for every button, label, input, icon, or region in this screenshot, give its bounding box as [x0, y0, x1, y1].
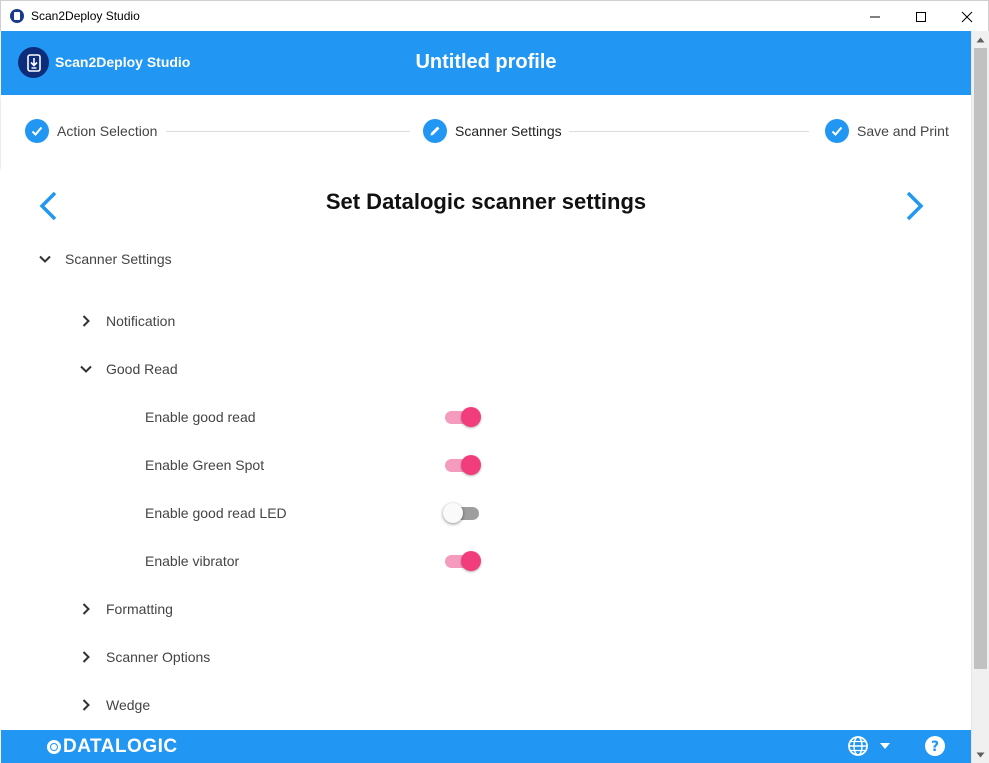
- check-icon: [31, 126, 43, 136]
- logo-ring-icon: [47, 740, 61, 754]
- setting-label-enable-vibrator: Enable vibrator: [145, 553, 240, 569]
- step-scanner-settings[interactable]: Scanner Settings: [423, 119, 562, 143]
- step-action-selection[interactable]: Action Selection: [25, 119, 157, 143]
- minimize-button[interactable]: [852, 1, 898, 32]
- tree-node-label: Scanner Settings: [65, 251, 172, 267]
- setting-label-enable-green-spot: Enable Green Spot: [145, 457, 265, 473]
- scroll-thumb[interactable]: [974, 48, 987, 669]
- page-heading: Set Datalogic scanner settings: [325, 189, 647, 214]
- setting-label-enable-good-read: Enable good read: [145, 409, 256, 425]
- tree-node-label: Formatting: [106, 601, 173, 617]
- app-footer: DATALOGIC ?: [1, 730, 971, 763]
- tree-node-label: Wedge: [106, 697, 151, 713]
- footer-logo-text: DATALOGIC: [63, 736, 178, 757]
- vertical-scrollbar[interactable]: [971, 31, 989, 763]
- tree-node-notification[interactable]: Notification: [78, 309, 175, 333]
- toggle-thumb: [461, 551, 481, 571]
- scroll-up-arrow-icon: [976, 37, 985, 42]
- step-connector: [166, 131, 410, 132]
- pencil-icon: [430, 126, 440, 136]
- step-circle: [423, 119, 447, 143]
- scroll-down-arrow-icon: [976, 752, 985, 757]
- chevron-right-icon: [82, 651, 90, 663]
- setting-label-enable-good-read-led: Enable good read LED: [145, 505, 287, 521]
- close-icon: [961, 11, 973, 22]
- scroll-down-button[interactable]: [972, 746, 989, 763]
- maximize-button[interactable]: [898, 1, 944, 32]
- step-label: Action Selection: [57, 123, 158, 139]
- app-header: Scan2Deploy Studio Untitled profile: [1, 31, 971, 95]
- tree-node-good-read[interactable]: Good Read: [78, 357, 178, 381]
- scroll-up-button[interactable]: [972, 31, 989, 48]
- app-icon: [10, 9, 24, 23]
- help-icon[interactable]: ?: [924, 735, 946, 757]
- close-button[interactable]: [944, 1, 989, 32]
- chevron-right-icon: [82, 699, 90, 711]
- chevron-right-icon: [82, 315, 90, 327]
- tree-node-label: Good Read: [106, 361, 178, 377]
- main-content: Set Datalogic scanner settings Scanner S…: [1, 167, 971, 730]
- step-circle: [825, 119, 849, 143]
- globe-icon[interactable]: [847, 735, 869, 757]
- tree-node-formatting[interactable]: Formatting: [78, 597, 173, 621]
- minimize-icon: [870, 16, 880, 17]
- chevron-down-icon: [39, 255, 51, 263]
- chevron-right-icon: [82, 603, 90, 615]
- toggle-enable-green-spot[interactable]: [443, 454, 481, 476]
- tree-node-scanner-options[interactable]: Scanner Options: [78, 645, 210, 669]
- step-circle: [25, 119, 49, 143]
- step-label: Save and Print: [857, 123, 949, 139]
- toggle-thumb: [461, 455, 481, 475]
- tree-node-scanner-settings[interactable]: Scanner Settings: [37, 247, 172, 271]
- step-label: Scanner Settings: [455, 123, 562, 139]
- tree-node-wedge[interactable]: Wedge: [78, 693, 150, 717]
- check-icon: [831, 126, 843, 136]
- tree-node-label: Scanner Options: [106, 649, 211, 665]
- chevron-down-icon: [80, 365, 92, 373]
- caret-down-icon[interactable]: [879, 742, 891, 750]
- toggle-enable-vibrator[interactable]: [443, 550, 481, 572]
- svg-text:?: ?: [931, 739, 939, 755]
- toggle-thumb: [443, 503, 463, 523]
- stepper: Action Selection Scanner Settings Save a…: [1, 95, 971, 167]
- window-titlebar: Scan2Deploy Studio: [0, 0, 989, 31]
- datalogic-logo: DATALOGIC: [47, 736, 178, 758]
- step-save-and-print[interactable]: Save and Print: [825, 119, 949, 143]
- toggle-enable-good-read[interactable]: [443, 406, 481, 428]
- toggle-enable-good-read-led[interactable]: [443, 502, 481, 524]
- toggle-thumb: [461, 407, 481, 427]
- next-arrow-icon[interactable]: [902, 189, 926, 223]
- profile-title: Untitled profile: [415, 51, 557, 73]
- maximize-icon: [916, 11, 926, 22]
- window-title: Scan2Deploy Studio: [31, 9, 140, 23]
- tree-node-label: Notification: [106, 313, 176, 329]
- step-connector: [569, 131, 809, 132]
